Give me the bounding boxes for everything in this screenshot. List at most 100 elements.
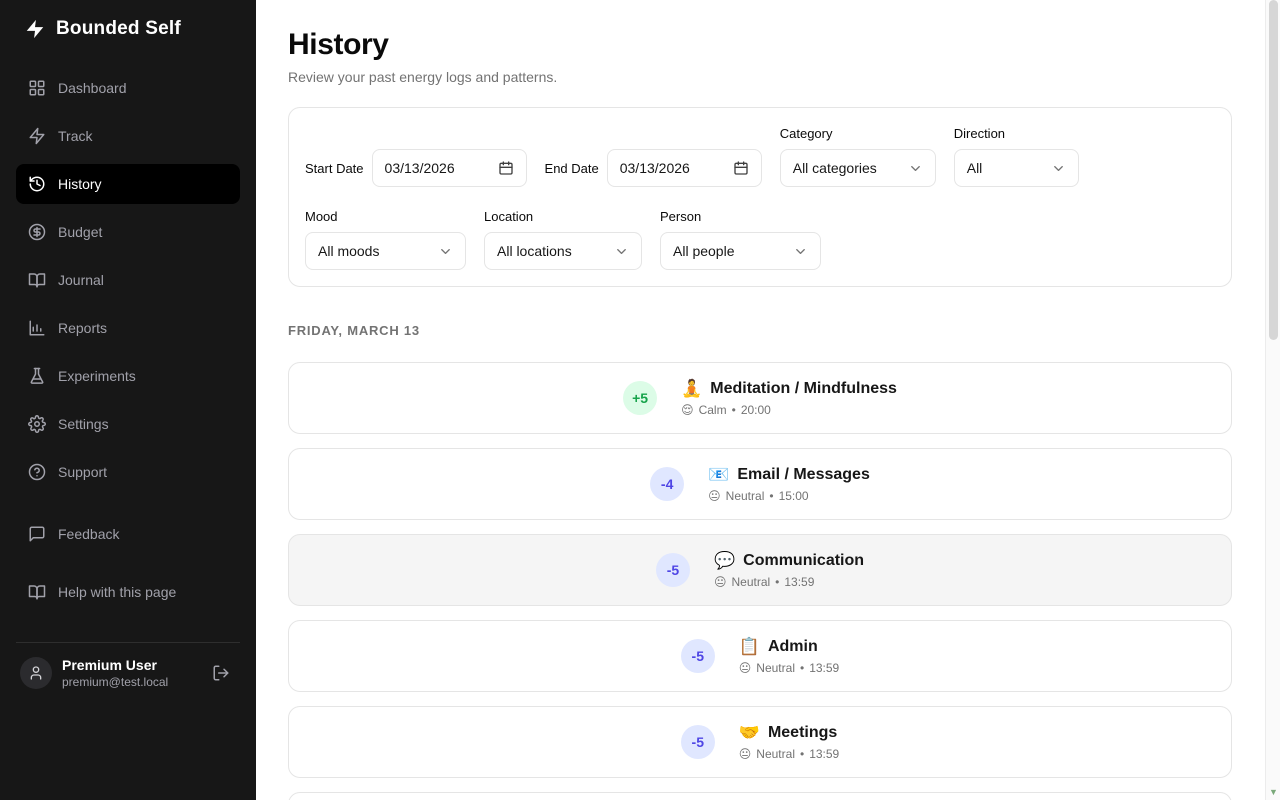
chevron-down-icon [614,244,629,259]
entry-card-meetings[interactable]: -5🤝Meetings😐Neutral•13:59 [288,706,1232,778]
user-meta: Premium User premium@test.local [62,657,168,690]
entry-title-row: 🤝Meetings [739,723,839,743]
energy-score-badge: -5 [681,639,715,673]
dot-separator: • [800,747,804,761]
entry-time: 13:59 [784,575,814,589]
entry-card-admin[interactable]: -5 📋 Admin 😐Neutral•13:59 [288,620,1232,692]
end-date-input[interactable]: 03/13/2026 [607,149,762,187]
entry-time: 13:59 [809,661,839,675]
entry-text: 🧘Meditation / Mindfulness😌Calm•20:00 [681,379,897,417]
mood-emoji: 😐 [739,747,752,761]
sidebar-item-dashboard[interactable]: Dashboard [16,68,240,108]
entry-title-row: 📧Email / Messages [708,465,870,485]
sidebar-item-label: Reports [58,320,107,336]
mood-label: Neutral [726,489,765,503]
entry-title: Admin [768,638,818,656]
dashboard-icon [28,79,46,97]
start-date-input[interactable]: 03/13/2026 [372,149,527,187]
entry-card-email-messages[interactable]: -4📧Email / Messages😐Neutral•15:00 [288,448,1232,520]
mood-label: Mood [305,209,466,224]
entry-meta: 😐Neutral•13:59 [739,661,839,675]
mood-label: Calm [699,403,727,417]
mood-emoji: 😐 [708,489,721,503]
book-icon [28,583,46,601]
category-select[interactable]: All categories [780,149,936,187]
user-section: Premium User premium@test.local [16,642,240,690]
category-emoji: 📋 [739,637,760,657]
direction-label: Direction [954,126,1079,141]
calendar-icon[interactable] [733,160,749,176]
direction-value: All [967,160,983,176]
category-emoji: 📧 [708,465,729,485]
sidebar-item-settings[interactable]: Settings [16,404,240,444]
entry-text: 📧Email / Messages😐Neutral•15:00 [708,465,870,503]
calendar-icon[interactable] [498,160,514,176]
mood-value: All moods [318,243,379,259]
energy-score-badge: -4 [650,467,684,501]
sidebar-item-reports[interactable]: Reports [16,308,240,348]
filter-row-2: Mood All moods Location All locations [305,209,1215,270]
entry-card-partial[interactable] [288,792,1232,800]
scrollbar-thumb[interactable] [1269,0,1278,340]
location-select[interactable]: All locations [484,232,642,270]
location-value: All locations [497,243,572,259]
sidebar-item-label: History [58,176,102,192]
sidebar-item-label: Support [58,464,107,480]
direction-filter: Direction All [954,126,1079,187]
sidebar-nav-secondary: Feedback Help with this page [16,514,240,630]
user-email: premium@test.local [62,675,168,690]
category-filter: Category All categories [780,126,936,187]
mood-emoji: 😌 [681,403,694,417]
help-icon [28,463,46,481]
direction-select[interactable]: All [954,149,1079,187]
sidebar-item-label: Feedback [58,526,119,542]
dot-separator: • [775,575,779,589]
entry-list: +5🧘Meditation / Mindfulness😌Calm•20:00-4… [288,362,1232,778]
category-emoji: 💬 [714,551,735,571]
logout-icon[interactable] [212,664,236,682]
mood-filter: Mood All moods [305,209,466,270]
sidebar-item-budget[interactable]: Budget [16,212,240,252]
entry-inner: -5💬Communication😐Neutral•13:59 [656,551,864,589]
entry-card-meditation-mindfulness[interactable]: +5🧘Meditation / Mindfulness😌Calm•20:00 [288,362,1232,434]
dot-separator: • [732,403,736,417]
category-label: Category [780,126,936,141]
flask-icon [28,367,46,385]
sidebar-item-help-with-this-page[interactable]: Help with this page [16,572,240,612]
sidebar-item-support[interactable]: Support [16,452,240,492]
entry-card-communication[interactable]: -5💬Communication😐Neutral•13:59 [288,534,1232,606]
location-label: Location [484,209,642,224]
entry-text: 📋 Admin 😐Neutral•13:59 [739,637,839,675]
budget-icon [28,223,46,241]
feedback-icon [28,525,46,543]
gear-icon [28,415,46,433]
sidebar-item-journal[interactable]: Journal [16,260,240,300]
filter-row-1: Start Date 03/13/2026 End Date 03/13/202… [305,126,1215,187]
person-select[interactable]: All people [660,232,821,270]
entry-title: Meetings [768,724,837,742]
scrollbar-down-arrow-icon[interactable]: ▼ [1266,785,1280,799]
start-date-filter: Start Date 03/13/2026 [305,149,527,187]
avatar [20,657,52,689]
journal-icon [28,271,46,289]
entry-title: Meditation / Mindfulness [710,380,897,398]
sidebar-item-experiments[interactable]: Experiments [16,356,240,396]
sidebar-item-label: Settings [58,416,109,432]
sidebar-item-track[interactable]: Track [16,116,240,156]
start-date-value: 03/13/2026 [385,160,455,176]
entry-inner: +5🧘Meditation / Mindfulness😌Calm•20:00 [623,379,897,417]
sidebar-item-feedback[interactable]: Feedback [16,514,240,554]
end-date-filter: End Date 03/13/2026 [545,149,762,187]
sidebar-item-history[interactable]: History [16,164,240,204]
sidebar-item-label: Budget [58,224,102,240]
scrollbar[interactable]: ▼ [1265,0,1280,800]
entry-time: 13:59 [809,747,839,761]
location-filter: Location All locations [484,209,642,270]
sidebar: Bounded Self DashboardTrackHistoryBudget… [0,0,256,800]
chevron-down-icon [908,161,923,176]
dot-separator: • [769,489,773,503]
reports-icon [28,319,46,337]
page-subtitle: Review your past energy logs and pattern… [288,69,1232,85]
person-label: Person [660,209,821,224]
mood-select[interactable]: All moods [305,232,466,270]
